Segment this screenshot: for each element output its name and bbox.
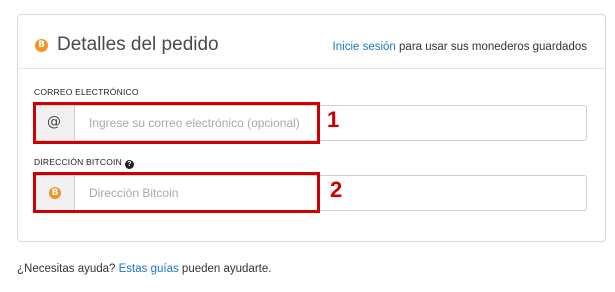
guides-link[interactable]: Estas guías xyxy=(119,263,179,275)
question-circle-icon[interactable]: ? xyxy=(124,160,134,169)
footer-suffix-text: pueden ayudarte. xyxy=(178,263,272,275)
signin-prompt: Inicie sesión para usar sus monederos gu… xyxy=(333,40,587,54)
page-title: Detalles del pedido xyxy=(57,34,219,55)
bitcoin-icon: B xyxy=(35,39,48,52)
bitcoin-address-label-row: DIRECCIÓN BITCOIN? xyxy=(34,157,134,169)
callout-number-2: 2 xyxy=(330,177,343,202)
signin-link[interactable]: Inicie sesión xyxy=(333,41,396,53)
footer-prefix-text: ¿Necesitas ayuda? xyxy=(17,263,119,275)
help-footer: ¿Necesitas ayuda? Estas guías pueden ayu… xyxy=(17,262,271,276)
card-header: B Detalles del pedido Inicie sesión para… xyxy=(18,15,605,69)
signin-suffix-text: para usar sus monederos guardados xyxy=(395,41,587,53)
bitcoin-address-label: DIRECCIÓN BITCOIN xyxy=(34,157,122,167)
email-label: CORREO ELECTRÓNICO xyxy=(34,87,139,97)
highlight-box-1 xyxy=(33,102,320,144)
callout-number-1: 1 xyxy=(327,107,340,132)
highlight-box-2 xyxy=(33,172,320,213)
